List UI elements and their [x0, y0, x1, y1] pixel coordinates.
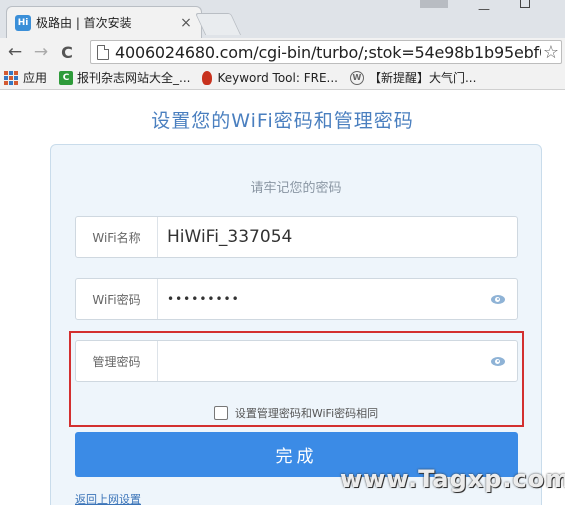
wifi-name-field[interactable]: WiFi名称 HiWiFi_337054	[75, 216, 518, 258]
wifi-name-label: WiFi名称	[76, 217, 158, 257]
wifi-password-label: WiFi密码	[76, 279, 158, 319]
wifi-name-input[interactable]: HiWiFi_337054	[158, 227, 517, 247]
site-watermark: www.Tagxp.com	[340, 465, 565, 493]
browser-toolbar: ← → C 4006024680.com/cgi-bin/turbo/;stok…	[0, 38, 565, 66]
admin-password-field[interactable]: 管理密码	[75, 340, 518, 382]
close-tab-icon[interactable]: ×	[179, 15, 193, 31]
wordpress-icon: W	[349, 70, 364, 85]
back-arrow-icon[interactable]: ←	[4, 42, 26, 62]
password-setup-card: 请牢记您的密码 WiFi名称 HiWiFi_337054 WiFi密码 ••••…	[50, 144, 542, 505]
bookmark-apps[interactable]: 应用	[4, 69, 47, 86]
wifi-password-field[interactable]: WiFi密码 •••••••••	[75, 278, 518, 320]
window-restore-button[interactable]: —	[478, 2, 490, 16]
same-password-checkbox[interactable]	[213, 406, 228, 420]
flame-icon	[202, 70, 213, 85]
bookmark-star-icon[interactable]: ☆	[540, 42, 559, 63]
tab-title: 极路由 | 首次安装	[36, 16, 132, 30]
window-maximize-button[interactable]	[520, 0, 530, 8]
c-icon: C	[59, 70, 74, 85]
bookmarks-bar: 应用 C 报刊杂志网站大全_... Keyword Tool: FRE... W…	[0, 66, 565, 90]
show-admin-password-eye-icon[interactable]	[491, 356, 505, 366]
apps-grid-icon	[4, 70, 18, 85]
page-title: 设置您的WiFi密码和管理密码	[151, 110, 414, 132]
same-password-option[interactable]: 设置管理密码和WiFi密码相同	[51, 405, 541, 421]
bookmark-label: Keyword Tool: FRE...	[217, 70, 338, 85]
page-icon	[97, 44, 109, 60]
reload-icon[interactable]: C	[56, 43, 78, 62]
bookmark-reminder[interactable]: W 【新提醒】大气门...	[349, 69, 477, 86]
bookmark-label: 报刊杂志网站大全_...	[77, 71, 191, 85]
card-subtitle: 请牢记您的密码	[250, 181, 342, 196]
bookmark-label: 【新提醒】大气门...	[368, 71, 477, 85]
tab-bar: Hi 极路由 | 首次安装 × —	[0, 0, 565, 38]
bookmark-magazines[interactable]: C 报刊杂志网站大全_...	[59, 69, 190, 86]
address-url: 4006024680.com/cgi-bin/turbo/;stok=54e98…	[115, 42, 549, 62]
admin-password-label: 管理密码	[76, 341, 158, 381]
hiwifi-favicon-icon: Hi	[15, 14, 31, 31]
bookmark-label: 应用	[23, 71, 48, 85]
back-to-internet-settings-link[interactable]: 返回上网设置	[75, 491, 141, 505]
show-password-eye-icon[interactable]	[491, 294, 505, 304]
browser-tab[interactable]: Hi 极路由 | 首次安装 ×	[6, 6, 202, 38]
address-bar[interactable]: 4006024680.com/cgi-bin/turbo/;stok=54e98…	[90, 40, 562, 64]
same-password-label: 设置管理密码和WiFi密码相同	[234, 407, 379, 420]
bookmark-keyword-tool[interactable]: Keyword Tool: FRE...	[202, 70, 338, 85]
window-minimize-button[interactable]	[420, 0, 448, 8]
wifi-password-input[interactable]: •••••••••	[158, 292, 491, 306]
forward-arrow-icon[interactable]: →	[30, 42, 52, 62]
